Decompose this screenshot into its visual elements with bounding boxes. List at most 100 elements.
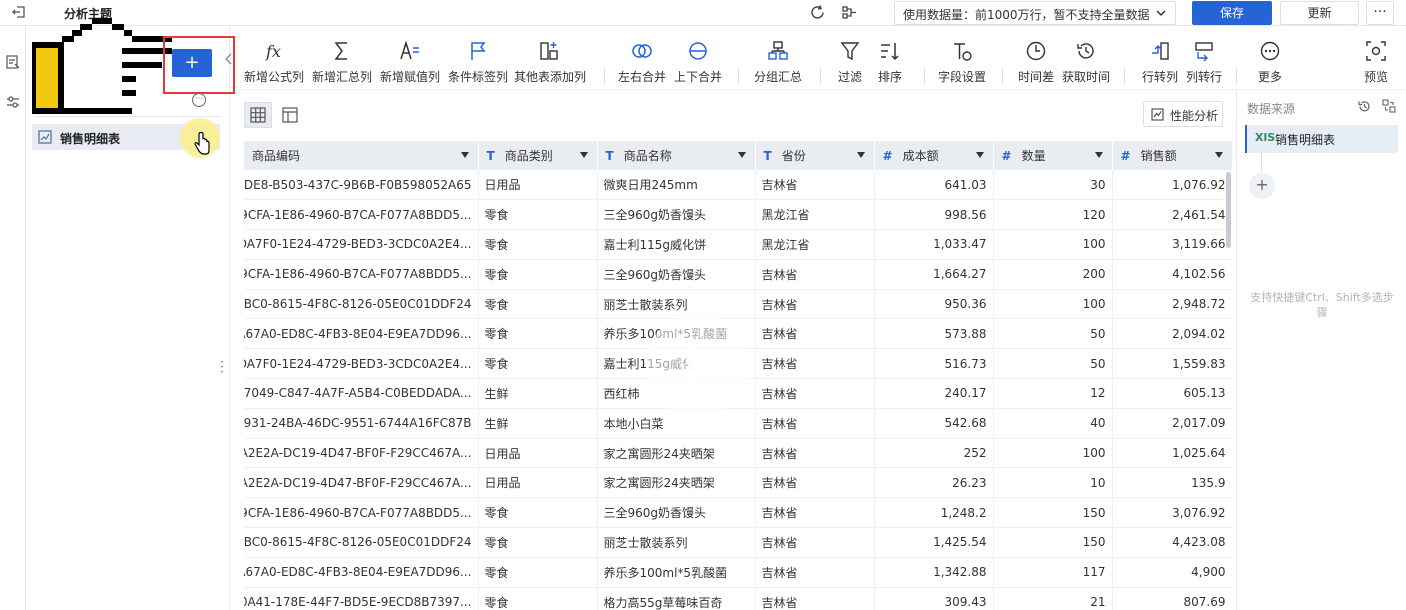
table-cell[interactable]: 零食 [478,259,598,290]
table-cell[interactable]: 10 [993,467,1113,499]
table-cell[interactable]: 零食 [478,587,598,610]
dropdown-arrow-icon[interactable] [1094,152,1103,158]
table-cell[interactable]: 1,559.83 [1112,348,1232,380]
table-cell[interactable]: 1,076.92 [1112,170,1232,201]
table-cell[interactable]: 605.13 [1112,378,1232,409]
table-cell[interactable]: 三全960g奶香馒头 [597,199,756,231]
tool-sort[interactable]: 排序 [868,40,912,85]
table-cell[interactable]: 零食 [478,289,598,320]
table-cell[interactable]: 零食 [478,348,598,380]
table-cell[interactable]: F7049-C847-4A7F-A5B4-C0BEDDADA... [244,378,479,409]
table-cell[interactable]: 零食 [478,199,598,231]
table-cell[interactable]: 516.73 [874,348,994,380]
dropdown-arrow-icon[interactable] [975,152,984,158]
table-cell[interactable]: 1,025.64 [1112,438,1232,469]
table-row[interactable]: 840A41-178E-44F7-BD5E-9ECD8B7397... 零食 格力高… [244,587,1232,610]
table-cell[interactable]: F9CFA-1E86-4960-B7CA-F077A8BDD5... [244,497,479,529]
tool-more[interactable]: 更多 [1248,40,1292,85]
video-play-icon[interactable] [646,313,750,417]
table-cell[interactable]: 微爽日用245mm [597,170,756,201]
table-cell[interactable]: 4,423.08 [1112,527,1232,558]
table-cell[interactable]: 吉林省 [755,557,875,588]
history-icon[interactable] [1357,99,1372,114]
table-cell[interactable]: 吉林省 [755,289,875,320]
table-cell[interactable]: 吉林省 [755,170,875,201]
table-cell[interactable]: 日用品 [478,467,598,499]
refresh-icon[interactable] [809,4,826,21]
table-cell[interactable]: EA2E2A-DC19-4D47-BF0F-F29CC467A... [244,438,479,469]
table-cell[interactable]: 2,461.54 [1112,199,1232,231]
tool-merge-left-right[interactable]: 左右合并 [614,40,670,85]
column-header[interactable]: # 成本额 [874,141,994,170]
table-cell[interactable]: 0A67A0-ED8C-4FB3-8E04-E9EA7DD96... [244,318,479,350]
column-header[interactable]: T 商品名称 [597,141,756,170]
table-row[interactable]: F9CFA-1E86-4960-B7CA-F077A8BDD5... 零食 三全96… [244,259,1232,290]
table-cell[interactable]: 零食 [478,557,598,588]
column-header[interactable]: T 省份 [755,141,875,170]
table-cell[interactable]: 丽芝士散装系列 [597,289,756,320]
table-cell[interactable]: 4,900 [1112,557,1232,588]
table-cell[interactable]: 807.69 [1112,587,1232,610]
table-cell[interactable]: 840A41-178E-44F7-BD5E-9ECD8B7397... [244,587,479,610]
table-cell[interactable]: 2DA7F0-1E24-4729-BED3-3CDC0A2E4... [244,229,479,260]
table-cell[interactable]: 200 [993,259,1113,290]
table-cell[interactable]: 日用品 [478,170,598,201]
dropdown-arrow-icon[interactable] [737,152,746,158]
table-cell[interactable]: 吉林省 [755,318,875,350]
table-cell[interactable]: 黑龙江省 [755,229,875,260]
table-cell[interactable]: 120 [993,199,1113,231]
table-cell[interactable]: 573.88 [874,318,994,350]
table-cell[interactable]: 吉林省 [755,438,875,469]
table-cell[interactable]: 零食 [478,527,598,558]
table-cell[interactable]: 嘉士利115g威化饼 [597,229,756,260]
table-cell[interactable]: 40 [993,408,1113,439]
table-cell[interactable]: 539DE8-B503-437C-9B6B-F0B598052A65 [244,170,479,201]
table-row[interactable]: 0A67A0-ED8C-4FB3-8E04-E9EA7DD96... 零食养乐多1… [244,557,1232,588]
table-cell[interactable]: 51BC0-8615-4F8C-8126-05E0C01DDF24 [244,289,479,320]
add-table-button[interactable]: + [172,49,212,77]
table-cell[interactable]: F9CFA-1E86-4960-B7CA-F077A8BDD5... [244,199,479,231]
column-header[interactable]: 商品编码 [244,141,479,170]
collapse-chevron-icon[interactable] [224,52,234,66]
table-cell[interactable]: 格力高55g草莓味百奇 [597,587,756,610]
table-cell[interactable]: 150 [993,497,1113,529]
vertical-scrollbar[interactable] [1226,172,1231,248]
tool-add-column-from-table[interactable]: 其他表添加列 [512,40,588,85]
table-row[interactable]: EA2E2A-DC19-4D47-BF0F-F29CC467A... 日用品 家之寓… [244,438,1232,469]
data-source-item[interactable]: XlS 销售明细表 [1245,125,1398,153]
tab-grid-view[interactable] [244,102,272,128]
more-circle-icon[interactable]: ··· [192,93,206,107]
table-cell[interactable]: 日用品 [478,438,598,469]
more-options-button[interactable]: ··· [1366,1,1394,25]
table-cell[interactable]: 本地小白菜 [597,408,756,439]
table-cell[interactable]: 240.17 [874,378,994,409]
table-cell[interactable]: 35931-24BA-46DC-9551-6744A16FC87B [244,408,479,439]
table-cell[interactable]: 51BC0-8615-4F8C-8126-05E0C01DDF24 [244,527,479,558]
table-cell[interactable]: 100 [993,438,1113,469]
table-cell[interactable]: 30 [993,170,1113,201]
table-cell[interactable]: 养乐多100ml*5乳酸菌 [597,557,756,588]
table-cell[interactable]: 135.9 [1112,467,1232,499]
table-cell[interactable]: 吉林省 [755,497,875,529]
table-cell[interactable]: 2,017.09 [1112,408,1232,439]
table-cell[interactable]: 1,342.88 [874,557,994,588]
table-cell[interactable]: 家之寓圆形24夹晒架 [597,438,756,469]
table-cell[interactable]: 吉林省 [755,259,875,290]
tool-field-settings[interactable]: 字段设置 [934,40,990,85]
table-row[interactable]: 35931-24BA-46DC-9551-6744A16FC87B 生鲜 本地小白菜… [244,408,1232,439]
table-cell[interactable]: 丽芝士散装系列 [597,527,756,558]
table-cell[interactable]: 309.43 [874,587,994,610]
table-cell[interactable]: 3,119.66 [1112,229,1232,260]
data-usage-select[interactable]: 使用数据量：前1000万行，暂不支持全量数据 [894,1,1176,25]
table-cell[interactable]: 1,248.2 [874,497,994,529]
tool-group-summary[interactable]: 分组汇总 [748,40,808,85]
table-cell[interactable]: 21 [993,587,1113,610]
table-row[interactable]: 51BC0-8615-4F8C-8126-05E0C01DDF24 零食 丽芝士散装… [244,527,1232,558]
table-cell[interactable]: 3,076.92 [1112,497,1232,529]
tool-merge-up-down[interactable]: 上下合并 [670,40,726,85]
table-cell[interactable]: 2,094.02 [1112,318,1232,350]
tool-time-diff[interactable]: 时间差 [1014,40,1058,85]
table-cell[interactable]: 三全960g奶香馒头 [597,497,756,529]
tool-condition-tag-column[interactable]: 条件标签列 [446,40,510,85]
table-cell[interactable]: 4,102.56 [1112,259,1232,290]
